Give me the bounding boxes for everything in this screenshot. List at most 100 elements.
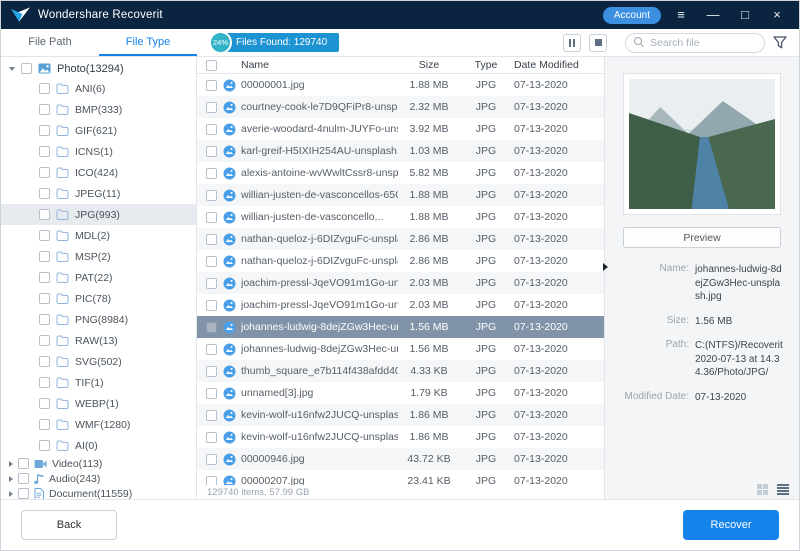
sidebar-item[interactable]: ANI(6): [1, 78, 196, 99]
item-checkbox[interactable]: [39, 314, 50, 325]
sidebar-item[interactable]: ICNS(1): [1, 141, 196, 162]
table-row[interactable]: nathan-queloz-j-6DIZvguFc-unsplash... 2.…: [197, 228, 604, 250]
grid-view-icon[interactable]: [757, 484, 768, 495]
close-icon[interactable]: ×: [765, 1, 789, 29]
chevron-right-icon[interactable]: [9, 490, 13, 497]
column-type[interactable]: Type: [460, 59, 512, 71]
item-checkbox[interactable]: [39, 251, 50, 262]
category-checkbox[interactable]: [18, 458, 29, 469]
row-checkbox[interactable]: [206, 387, 217, 399]
table-row[interactable]: thumb_square_e7b114f438afdd40e0... 4.33 …: [197, 360, 604, 382]
item-checkbox[interactable]: [39, 356, 50, 367]
chevron-right-icon[interactable]: [9, 475, 13, 482]
sidebar-item[interactable]: WMF(1280): [1, 414, 196, 435]
item-checkbox[interactable]: [39, 83, 50, 94]
menu-icon[interactable]: ≡: [669, 1, 693, 29]
item-checkbox[interactable]: [39, 293, 50, 304]
table-row[interactable]: averie-woodard-4nulm-JUYFo-unspla... 3.9…: [197, 118, 604, 140]
item-checkbox[interactable]: [39, 167, 50, 178]
item-checkbox[interactable]: [39, 125, 50, 136]
item-checkbox[interactable]: [39, 146, 50, 157]
tab-file-type[interactable]: File Type: [99, 29, 197, 56]
sidebar-item[interactable]: ICO(424): [1, 162, 196, 183]
column-size[interactable]: Size: [398, 59, 460, 71]
item-checkbox[interactable]: [39, 419, 50, 430]
sidebar-category-audio[interactable]: Audio(243): [1, 471, 196, 486]
search-input[interactable]: [650, 36, 756, 49]
sidebar-item[interactable]: PAT(22): [1, 267, 196, 288]
chevron-right-icon[interactable]: [9, 460, 13, 467]
sidebar-category-document[interactable]: Document(11559): [1, 486, 196, 499]
table-row[interactable]: unnamed[3].jpg 1.79 KB JPG 07-13-2020: [197, 382, 604, 404]
sidebar-item[interactable]: SVG(502): [1, 351, 196, 372]
preview-button[interactable]: Preview: [623, 227, 781, 248]
table-row[interactable]: joachim-pressl-JqeVO91m1Go-unspl... 2.03…: [197, 294, 604, 316]
table-row[interactable]: 00000001.jpg 1.88 MB JPG 07-13-2020: [197, 74, 604, 96]
item-checkbox[interactable]: [39, 398, 50, 409]
chevron-down-icon[interactable]: [9, 66, 15, 71]
photo-checkbox[interactable]: [21, 63, 32, 74]
row-checkbox[interactable]: [206, 145, 217, 157]
panel-collapse-icon[interactable]: [603, 263, 608, 271]
row-checkbox[interactable]: [206, 277, 217, 289]
sidebar-item[interactable]: MSP(2): [1, 246, 196, 267]
row-checkbox[interactable]: [206, 255, 217, 267]
row-checkbox[interactable]: [206, 343, 217, 355]
minimize-icon[interactable]: —: [701, 1, 725, 29]
row-checkbox[interactable]: [206, 321, 217, 333]
row-checkbox[interactable]: [206, 409, 217, 421]
table-row[interactable]: johannes-ludwig-8dejZGw3Hec-unsp... 1.56…: [197, 316, 604, 338]
select-all-checkbox[interactable]: [206, 59, 217, 71]
table-row[interactable]: kevin-wolf-u16nfw2JUCQ-unsplash.jpg 1.86…: [197, 404, 604, 426]
column-date-modified[interactable]: Date Modified: [512, 59, 604, 71]
sidebar-item[interactable]: RAW(13): [1, 330, 196, 351]
row-checkbox[interactable]: [206, 233, 217, 245]
sidebar-item[interactable]: JPG(993): [1, 204, 196, 225]
row-checkbox[interactable]: [206, 211, 217, 223]
sidebar-item[interactable]: PIC(78): [1, 288, 196, 309]
item-checkbox[interactable]: [39, 104, 50, 115]
table-row[interactable]: courtney-cook-le7D9QFiPr8-unsplash... 2.…: [197, 96, 604, 118]
account-button[interactable]: Account: [602, 6, 661, 24]
table-row[interactable]: nathan-queloz-j-6DIZvguFc-unspla... 2.86…: [197, 250, 604, 272]
item-checkbox[interactable]: [39, 440, 50, 451]
row-checkbox[interactable]: [206, 431, 217, 443]
item-checkbox[interactable]: [39, 377, 50, 388]
pause-button[interactable]: [563, 33, 581, 52]
column-name[interactable]: Name: [241, 59, 398, 71]
sidebar-category-video[interactable]: Video(113): [1, 456, 196, 471]
stop-button[interactable]: [589, 33, 607, 52]
table-row[interactable]: alexis-antoine-wvWwltCssr8-unsplas... 5.…: [197, 162, 604, 184]
row-checkbox[interactable]: [206, 299, 217, 311]
table-row[interactable]: karl-greif-H5IXIH254AU-unsplash.jpg 1.03…: [197, 140, 604, 162]
row-checkbox[interactable]: [206, 167, 217, 179]
sidebar-item[interactable]: TIF(1): [1, 372, 196, 393]
maximize-icon[interactable]: □: [733, 1, 757, 29]
sidebar-item[interactable]: AI(0): [1, 435, 196, 456]
table-row[interactable]: willian-justen-de-vasconcellos-65Ga... 1…: [197, 184, 604, 206]
item-checkbox[interactable]: [39, 188, 50, 199]
sidebar-item[interactable]: WEBP(1): [1, 393, 196, 414]
table-row[interactable]: joachim-pressl-JqeVO91m1Go-unspl... 2.03…: [197, 272, 604, 294]
filter-button[interactable]: [773, 36, 787, 49]
recover-button[interactable]: Recover: [683, 510, 779, 540]
sidebar-item[interactable]: GIF(621): [1, 120, 196, 141]
back-button[interactable]: Back: [21, 510, 117, 540]
tab-file-path[interactable]: File Path: [1, 29, 99, 56]
table-row[interactable]: willian-justen-de-vasconcello... 1.88 MB…: [197, 206, 604, 228]
category-checkbox[interactable]: [18, 473, 29, 484]
item-checkbox[interactable]: [39, 209, 50, 220]
row-checkbox[interactable]: [206, 475, 217, 485]
sidebar-root-photo[interactable]: Photo(13294): [1, 59, 196, 78]
row-checkbox[interactable]: [206, 453, 217, 465]
sidebar-item[interactable]: BMP(333): [1, 99, 196, 120]
sidebar-item[interactable]: MDL(2): [1, 225, 196, 246]
sidebar-item[interactable]: PNG(8984): [1, 309, 196, 330]
item-checkbox[interactable]: [39, 272, 50, 283]
table-row[interactable]: 00000207.jpg 23.41 KB JPG 07-13-2020: [197, 470, 604, 485]
category-checkbox[interactable]: [18, 488, 29, 499]
table-row[interactable]: kevin-wolf-u16nfw2JUCQ-unsplash.jpg 1.86…: [197, 426, 604, 448]
sidebar-item[interactable]: JPEG(11): [1, 183, 196, 204]
table-row[interactable]: johannes-ludwig-8dejZGw3Hec-unsp... 1.56…: [197, 338, 604, 360]
table-row[interactable]: 00000946.jpg 43.72 KB JPG 07-13-2020: [197, 448, 604, 470]
